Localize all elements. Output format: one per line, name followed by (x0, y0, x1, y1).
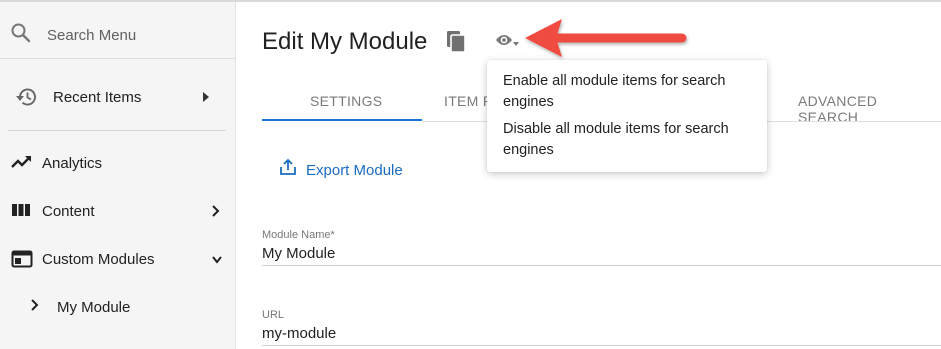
sidebar-item-label: Custom Modules (42, 251, 155, 268)
trending-up-icon (11, 154, 33, 175)
sidebar: Search Menu Recent Items Analytics Conte… (0, 2, 236, 349)
upload-icon (279, 158, 297, 180)
sidebar-item-analytics[interactable]: Analytics (0, 143, 235, 183)
history-icon (14, 86, 38, 113)
caret-right-icon (201, 90, 211, 108)
search-icon (10, 22, 32, 49)
columns-icon (11, 202, 31, 223)
module-name-field[interactable]: My Module (262, 245, 335, 262)
chevron-right-icon (211, 204, 221, 223)
recent-items[interactable]: Recent Items (0, 72, 235, 122)
export-module-label: Export Module (306, 162, 403, 179)
copy-icon[interactable] (446, 30, 468, 59)
page-title: Edit My Module (262, 28, 428, 55)
sidebar-search[interactable]: Search Menu (0, 2, 235, 59)
annotation-arrow-icon (525, 19, 687, 57)
module-name-underline (262, 265, 941, 266)
sidebar-item-label: Content (42, 203, 95, 220)
url-field[interactable]: my-module (262, 325, 336, 342)
url-label: URL (262, 309, 285, 321)
sidebar-divider (8, 130, 226, 131)
sidebar-item-custom-modules[interactable]: Custom Modules (0, 239, 235, 279)
chevron-down-icon (211, 252, 223, 270)
menu-item-enable-search[interactable]: Enable all module items for search engin… (503, 71, 753, 113)
menu-item-disable-search[interactable]: Disable all module items for search engi… (503, 119, 753, 161)
active-tab-indicator (262, 119, 422, 121)
sidebar-item-content[interactable]: Content (0, 191, 235, 231)
recent-items-label: Recent Items (53, 89, 142, 106)
sidebar-item-my-module[interactable]: My Module (0, 287, 235, 327)
module-name-label: Module Name* (262, 229, 335, 241)
chevron-right-icon (30, 298, 40, 317)
tab-settings[interactable]: SETTINGS (310, 93, 382, 109)
visibility-menu: Enable all module items for search engin… (487, 60, 767, 172)
visibility-dropdown-icon[interactable] (495, 31, 521, 56)
url-underline (262, 345, 941, 346)
search-menu-input[interactable]: Search Menu (47, 27, 136, 44)
export-module-button[interactable]: Export Module (279, 158, 403, 181)
sidebar-item-label: My Module (57, 299, 131, 316)
sidebar-item-label: Analytics (42, 155, 103, 172)
web-module-icon (11, 250, 33, 273)
